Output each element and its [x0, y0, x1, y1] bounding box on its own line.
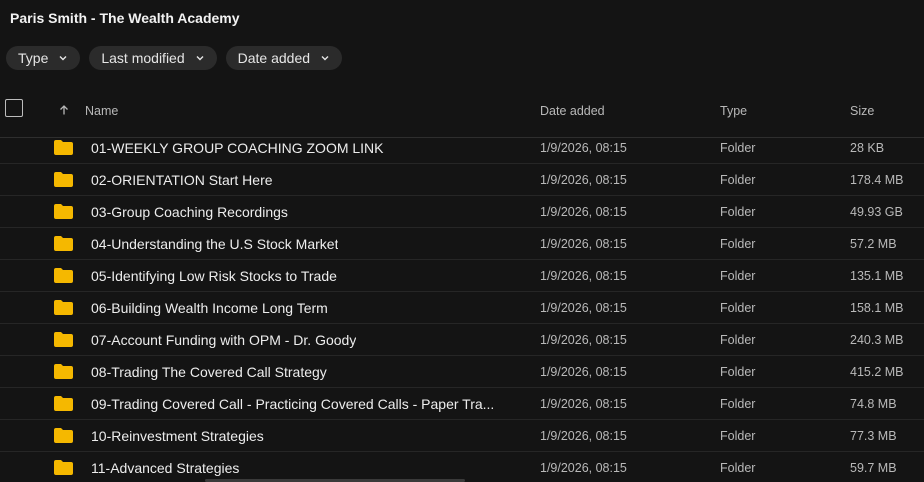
row-type: Folder — [720, 301, 756, 315]
select-all-checkbox[interactable] — [5, 99, 23, 117]
folder-icon — [54, 236, 73, 251]
row-name: 06-Building Wealth Income Long Term — [91, 300, 328, 316]
row-size: 77.3 MB — [850, 429, 897, 443]
table-row[interactable]: 05-Identifying Low Risk Stocks to Trade … — [0, 260, 924, 292]
row-date-added: 1/9/2026, 08:15 — [540, 141, 627, 155]
row-size: 59.7 MB — [850, 461, 897, 475]
folder-icon — [54, 396, 73, 411]
row-type: Folder — [720, 461, 756, 475]
row-size: 240.3 MB — [850, 333, 904, 347]
folder-icon — [54, 300, 73, 315]
folder-icon — [54, 332, 73, 347]
arrow-up-icon[interactable] — [58, 104, 70, 116]
row-type: Folder — [720, 141, 756, 155]
row-size: 415.2 MB — [850, 365, 904, 379]
folder-icon — [54, 172, 73, 187]
row-type: Folder — [720, 237, 756, 251]
filter-date-added-button[interactable]: Date added — [225, 46, 343, 70]
row-date-added: 1/9/2026, 08:15 — [540, 461, 627, 475]
chevron-down-icon — [321, 56, 329, 61]
row-date-added: 1/9/2026, 08:15 — [540, 301, 627, 315]
row-date-added: 1/9/2026, 08:15 — [540, 173, 627, 187]
chevron-down-icon — [196, 56, 204, 61]
row-name: 11-Advanced Strategies — [91, 460, 240, 476]
row-name: 07-Account Funding with OPM - Dr. Goody — [91, 332, 357, 348]
row-date-added: 1/9/2026, 08:15 — [540, 333, 627, 347]
row-type: Folder — [720, 205, 756, 219]
page-title: Paris Smith - The Wealth Academy — [10, 10, 240, 26]
row-size: 74.8 MB — [850, 397, 897, 411]
column-header-date-added[interactable]: Date added — [540, 104, 605, 118]
row-size: 135.1 MB — [850, 269, 904, 283]
row-size: 158.1 MB — [850, 301, 904, 315]
folder-icon — [54, 268, 73, 283]
filter-type-button[interactable]: Type — [6, 46, 81, 70]
row-type: Folder — [720, 397, 756, 411]
row-date-added: 1/9/2026, 08:15 — [540, 365, 627, 379]
row-name: 04-Understanding the U.S Stock Market — [91, 236, 339, 252]
table-row[interactable]: 11-Advanced Strategies 1/9/2026, 08:15 F… — [0, 452, 924, 482]
filter-last-modified-button[interactable]: Last modified — [89, 46, 217, 70]
row-type: Folder — [720, 365, 756, 379]
filter-type-label: Type — [18, 50, 49, 66]
folder-icon — [54, 140, 73, 155]
folder-icon — [54, 460, 73, 475]
column-header-type[interactable]: Type — [720, 104, 747, 118]
row-size: 28 KB — [850, 141, 885, 155]
row-size: 49.93 GB — [850, 205, 903, 219]
row-date-added: 1/9/2026, 08:15 — [540, 237, 627, 251]
table-row[interactable]: 07-Account Funding with OPM - Dr. Goody … — [0, 324, 924, 356]
folder-icon — [54, 204, 73, 219]
table-row[interactable]: 10-Reinvestment Strategies 1/9/2026, 08:… — [0, 420, 924, 452]
row-date-added: 1/9/2026, 08:15 — [540, 397, 627, 411]
row-size: 178.4 MB — [850, 173, 904, 187]
row-name: 03-Group Coaching Recordings — [91, 204, 288, 220]
table-row[interactable]: 06-Building Wealth Income Long Term 1/9/… — [0, 292, 924, 324]
row-date-added: 1/9/2026, 08:15 — [540, 205, 627, 219]
filter-last-modified-label: Last modified — [101, 50, 185, 66]
table-row[interactable]: 04-Understanding the U.S Stock Market 1/… — [0, 228, 924, 260]
file-browser: Paris Smith - The Wealth Academy Type La… — [0, 0, 924, 482]
filter-bar: Type Last modified Date added — [6, 46, 343, 70]
table-row[interactable]: 03-Group Coaching Recordings 1/9/2026, 0… — [0, 196, 924, 228]
filter-date-added-label: Date added — [237, 50, 311, 66]
table-row[interactable]: 09-Trading Covered Call - Practicing Cov… — [0, 388, 924, 420]
row-size: 57.2 MB — [850, 237, 897, 251]
row-name: 08-Trading The Covered Call Strategy — [91, 364, 327, 380]
folder-icon — [54, 428, 73, 443]
row-date-added: 1/9/2026, 08:15 — [540, 269, 627, 283]
chevron-down-icon — [59, 56, 67, 61]
table-row[interactable]: 01-WEEKLY GROUP COACHING ZOOM LINK 1/9/2… — [0, 132, 924, 164]
table-row[interactable]: 02-ORIENTATION Start Here 1/9/2026, 08:1… — [0, 164, 924, 196]
row-type: Folder — [720, 429, 756, 443]
folder-icon — [54, 364, 73, 379]
row-name: 10-Reinvestment Strategies — [91, 428, 264, 444]
row-name: 09-Trading Covered Call - Practicing Cov… — [91, 396, 495, 412]
row-date-added: 1/9/2026, 08:15 — [540, 429, 627, 443]
column-header-size[interactable]: Size — [850, 104, 874, 118]
row-type: Folder — [720, 173, 756, 187]
row-type: Folder — [720, 269, 756, 283]
row-name: 05-Identifying Low Risk Stocks to Trade — [91, 268, 337, 284]
column-header-name[interactable]: Name — [85, 104, 118, 118]
row-name: 02-ORIENTATION Start Here — [91, 172, 273, 188]
row-name: 01-WEEKLY GROUP COACHING ZOOM LINK — [91, 140, 384, 156]
file-list: 01-WEEKLY GROUP COACHING ZOOM LINK 1/9/2… — [0, 132, 924, 482]
row-type: Folder — [720, 333, 756, 347]
table-row[interactable]: 08-Trading The Covered Call Strategy 1/9… — [0, 356, 924, 388]
